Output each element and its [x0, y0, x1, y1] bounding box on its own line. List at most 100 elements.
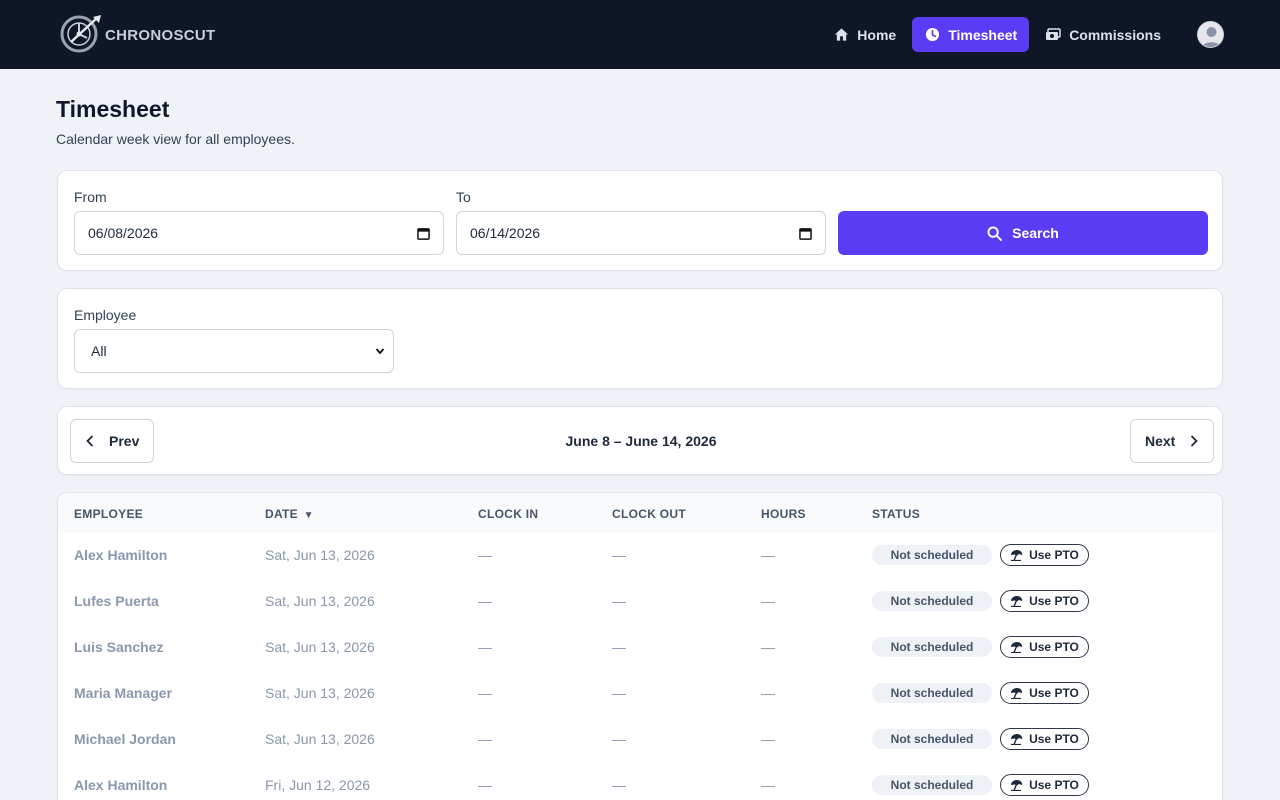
cell-clock-out: —	[612, 685, 626, 701]
nav-timesheet[interactable]: Timesheet	[912, 17, 1030, 52]
umbrella-icon	[1011, 734, 1023, 745]
umbrella-icon	[1011, 780, 1023, 791]
col-date-label: DATE	[265, 507, 298, 521]
cell-date: Fri, Jun 12, 2026	[265, 777, 371, 793]
cell-employee: Luis Sanchez	[74, 639, 164, 655]
brand-logo[interactable]: CHRONOSCUT	[57, 12, 216, 56]
cell-date: Sat, Jun 13, 2026	[265, 731, 375, 747]
cell-date: Sat, Jun 13, 2026	[265, 547, 375, 563]
employee-filter-card: Employee All	[57, 288, 1223, 389]
date-range-card: From 06/08/2026 To 06/14/2026 Search	[57, 170, 1223, 271]
use-pto-button[interactable]: Use PTO	[1000, 682, 1089, 704]
table-row: Lufes Puerta Sat, Jun 13, 2026 — — — Not…	[58, 579, 1222, 625]
timesheet-table: EMPLOYEE DATE ▼ CLOCK IN CLOCK OUT HOURS…	[57, 492, 1223, 800]
cell-clock-in: —	[478, 593, 492, 609]
umbrella-icon	[1011, 642, 1023, 653]
cell-employee: Alex Hamilton	[74, 777, 168, 793]
table-row: Luis Sanchez Sat, Jun 13, 2026 — — — Not…	[58, 625, 1222, 671]
use-pto-label: Use PTO	[1029, 732, 1079, 746]
use-pto-button[interactable]: Use PTO	[1000, 774, 1089, 796]
nav-home[interactable]: Home	[821, 17, 908, 52]
nav-home-label: Home	[857, 26, 897, 43]
status-badge: Not scheduled	[872, 729, 992, 749]
col-clock-in[interactable]: CLOCK IN	[478, 507, 538, 521]
table-row: Alex Hamilton Fri, Jun 12, 2026 — — — No…	[58, 763, 1222, 800]
nav-commissions[interactable]: Commissions	[1033, 17, 1173, 52]
chevron-down-icon	[375, 348, 385, 355]
cell-clock-in: —	[478, 639, 492, 655]
calendar-icon[interactable]	[417, 227, 430, 240]
page-subtitle: Calendar week view for all employees.	[56, 131, 295, 147]
sort-desc-icon: ▼	[303, 510, 314, 521]
status-badge: Not scheduled	[872, 545, 992, 565]
status-badge: Not scheduled	[872, 591, 992, 611]
from-label: From	[74, 189, 107, 205]
search-button-label: Search	[1012, 225, 1059, 241]
col-employee[interactable]: EMPLOYEE	[74, 507, 143, 521]
next-button[interactable]: Next	[1130, 419, 1215, 463]
col-date[interactable]: DATE ▼	[265, 507, 314, 521]
cash-icon	[1045, 27, 1061, 43]
col-clock-out[interactable]: CLOCK OUT	[612, 507, 686, 521]
chevron-right-icon	[1191, 435, 1199, 447]
use-pto-button[interactable]: Use PTO	[1000, 544, 1089, 566]
use-pto-label: Use PTO	[1029, 778, 1079, 792]
calendar-icon[interactable]	[799, 227, 812, 240]
table-row: Alex Hamilton Sat, Jun 13, 2026 — — — No…	[58, 533, 1222, 579]
umbrella-icon	[1011, 688, 1023, 699]
to-label: To	[456, 189, 471, 205]
nav-commissions-label: Commissions	[1069, 26, 1161, 43]
page-title: Timesheet	[56, 96, 170, 122]
cell-hours: —	[761, 685, 775, 701]
clock-icon	[924, 27, 940, 43]
cell-clock-out: —	[612, 777, 626, 793]
use-pto-label: Use PTO	[1029, 640, 1079, 654]
use-pto-button[interactable]: Use PTO	[1000, 728, 1089, 750]
user-avatar[interactable]	[1197, 21, 1224, 48]
user-icon	[1201, 27, 1222, 47]
cell-clock-in: —	[478, 777, 492, 793]
cell-hours: —	[761, 777, 775, 793]
use-pto-button[interactable]: Use PTO	[1000, 590, 1089, 612]
col-hours[interactable]: HOURS	[761, 507, 806, 521]
cell-date: Sat, Jun 13, 2026	[265, 685, 375, 701]
cell-date: Sat, Jun 13, 2026	[265, 593, 375, 609]
brand-name: CHRONOSCUT	[105, 26, 216, 44]
cell-clock-out: —	[612, 731, 626, 747]
cell-clock-in: —	[478, 685, 492, 701]
week-pager-card: Prev June 8 – June 14, 2026 Next	[57, 406, 1223, 475]
employee-select-value: All	[91, 343, 107, 359]
from-date-value: 06/08/2026	[88, 225, 159, 241]
from-date-input[interactable]: 06/08/2026	[74, 211, 444, 255]
cell-employee: Michael Jordan	[74, 731, 176, 747]
cell-hours: —	[761, 731, 775, 747]
home-icon	[833, 27, 849, 43]
cell-clock-in: —	[478, 547, 492, 563]
umbrella-icon	[1011, 596, 1023, 607]
status-badge: Not scheduled	[872, 637, 992, 657]
table-header: EMPLOYEE DATE ▼ CLOCK IN CLOCK OUT HOURS…	[58, 493, 1222, 533]
cell-employee: Lufes Puerta	[74, 593, 159, 609]
employee-select[interactable]: All	[74, 329, 394, 373]
main-nav: Home Timesheet Commissions	[817, 17, 1224, 52]
next-button-label: Next	[1145, 433, 1176, 449]
cell-clock-in: —	[478, 731, 492, 747]
use-pto-button[interactable]: Use PTO	[1000, 636, 1089, 658]
use-pto-label: Use PTO	[1029, 686, 1079, 700]
search-button[interactable]: Search	[838, 211, 1208, 255]
col-status[interactable]: STATUS	[872, 507, 920, 521]
cell-hours: —	[761, 593, 775, 609]
cell-clock-out: —	[612, 547, 626, 563]
cell-employee: Maria Manager	[74, 685, 173, 701]
nav-timesheet-label: Timesheet	[948, 26, 1018, 43]
cell-clock-out: —	[612, 639, 626, 655]
logo-icon	[57, 12, 105, 56]
to-date-value: 06/14/2026	[470, 225, 541, 241]
to-date-input[interactable]: 06/14/2026	[456, 211, 826, 255]
cell-hours: —	[761, 639, 775, 655]
cell-employee: Alex Hamilton	[74, 547, 168, 563]
umbrella-icon	[1011, 550, 1023, 561]
use-pto-label: Use PTO	[1029, 548, 1079, 562]
cell-clock-out: —	[612, 593, 626, 609]
search-icon	[987, 225, 1003, 241]
